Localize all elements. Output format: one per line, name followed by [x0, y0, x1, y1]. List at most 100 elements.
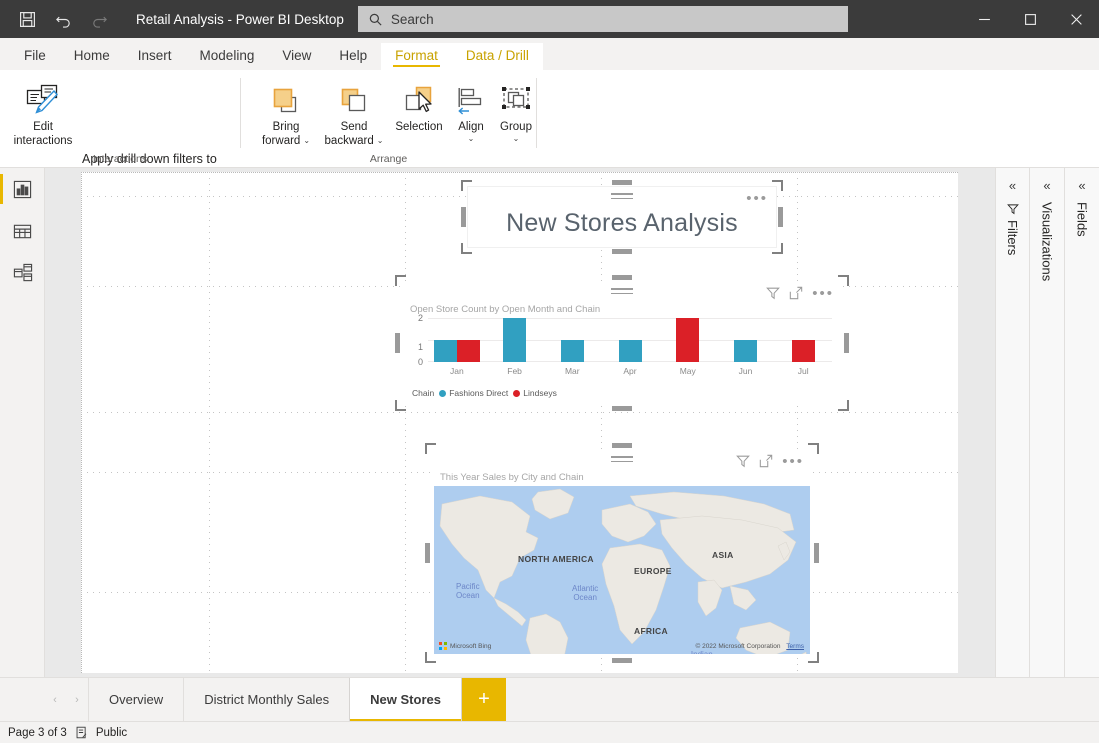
bar-group[interactable]: Feb	[486, 318, 544, 376]
ribbon-tab-view[interactable]: View	[268, 43, 325, 70]
legend-item-lindseys[interactable]: Lindseys	[513, 388, 557, 398]
ribbon-tab-insert[interactable]: Insert	[124, 43, 186, 70]
chevron-down-icon[interactable]: ⌄	[377, 137, 384, 145]
minimize-icon[interactable]	[961, 0, 1007, 38]
undo-icon[interactable]	[46, 4, 80, 34]
filter-icon[interactable]	[736, 454, 751, 468]
bar-group[interactable]: Jun	[717, 318, 775, 376]
more-options-icon[interactable]: •••	[782, 454, 804, 469]
chevron-down-icon[interactable]: ⌄	[513, 134, 520, 143]
focus-mode-icon[interactable]	[789, 286, 803, 300]
sidebar-item-model-view[interactable]	[0, 252, 45, 294]
search-box[interactable]: Search	[357, 6, 848, 32]
legend-title: Chain	[412, 388, 435, 398]
visual-header: •••	[402, 282, 842, 304]
plot-area: Jan Feb Mar Apr May Jun Jul	[428, 318, 832, 376]
quick-access-toolbar	[0, 4, 116, 34]
chevron-down-icon[interactable]: ⌄	[303, 137, 310, 145]
drag-handle-icon[interactable]	[611, 193, 633, 202]
ribbon-group-arrange: Bring forward ⌄ Send backward ⌄ Selectio…	[241, 70, 536, 168]
drag-handle-icon[interactable]	[611, 456, 633, 465]
page-tab-right-fill	[1030, 677, 1099, 721]
legend-swatch-icon	[513, 389, 521, 397]
expand-chevron-icon[interactable]: «	[1078, 178, 1085, 193]
bar-fashions-direct[interactable]	[618, 340, 642, 362]
microsoft-logo-icon	[439, 642, 447, 650]
bar-group[interactable]: Apr	[601, 318, 659, 376]
bar-chart-visual[interactable]: ••• Open Store Count by Open Month and C…	[395, 275, 849, 411]
align-icon	[455, 78, 487, 118]
fields-pane-collapsed[interactable]: « Fields	[1064, 168, 1099, 677]
send-backward-button[interactable]: Send backward ⌄	[321, 78, 387, 148]
ribbon-tab-data-drill[interactable]: Data / Drill	[451, 43, 543, 70]
chart-plot: 2 1 0 Jan Feb Mar Apr May Jun Jul	[412, 313, 832, 376]
align-button[interactable]: Align ⌄	[449, 78, 493, 143]
ribbon-group-separator	[536, 78, 537, 148]
chart-legend: Chain Fashions Direct Lindseys	[412, 388, 557, 398]
align-label: Align	[458, 121, 484, 133]
bar-lindseys[interactable]	[676, 318, 700, 362]
map-tiles[interactable]: NORTH AMERICA EUROPE ASIA AFRICA SOUTH A…	[434, 486, 810, 654]
bar-fashions-direct[interactable]	[503, 318, 527, 362]
save-icon[interactable]	[10, 4, 44, 34]
page-next-button[interactable]: ›	[66, 678, 88, 722]
maximize-icon[interactable]	[1007, 0, 1053, 38]
fields-pane-label: Fields	[1074, 202, 1090, 237]
title-textbox-visual[interactable]: ••• New Stores Analysis	[461, 180, 783, 254]
bar-group[interactable]: Jul	[774, 318, 832, 376]
expand-chevron-icon[interactable]: «	[1009, 178, 1016, 193]
edit-interactions-button[interactable]: Edit interactions	[12, 78, 74, 148]
map-terms-link[interactable]: Terms	[786, 643, 804, 650]
bar-group[interactable]: Jan	[428, 318, 486, 376]
send-backward-label-line1: Send	[340, 121, 368, 133]
redo-icon[interactable]	[82, 4, 116, 34]
map-title: This Year Sales by City and Chain	[440, 472, 584, 483]
bar-fashions-direct[interactable]	[733, 340, 757, 362]
page-tab-overview[interactable]: Overview	[88, 677, 183, 722]
bar-fashions-direct[interactable]	[560, 340, 584, 362]
filters-pane-collapsed[interactable]: « Filters	[995, 168, 1029, 677]
ribbon-tab-file[interactable]: File	[10, 43, 60, 70]
focus-mode-icon[interactable]	[759, 454, 773, 468]
page-tab-new-stores[interactable]: New Stores	[349, 677, 462, 722]
map-copyright: © 2022 Microsoft Corporation Terms	[695, 643, 804, 650]
bing-attribution: Microsoft Bing	[439, 642, 491, 650]
map-label-indian-ocean: IndianOcean	[690, 650, 714, 654]
add-page-button[interactable]: +	[461, 677, 506, 722]
legend-item-fashions-direct[interactable]: Fashions Direct	[439, 388, 508, 398]
bar-lindseys[interactable]	[456, 340, 480, 362]
right-panel-strip: « Filters « Visualizations « Fields	[995, 168, 1099, 677]
bar-group[interactable]: May	[659, 318, 717, 376]
map-label-pacific-ocean: Pacific Ocean	[456, 582, 480, 601]
drag-handle-icon[interactable]	[611, 288, 633, 297]
group-label: Group	[500, 121, 532, 133]
page-tab-district-monthly-sales[interactable]: District Monthly Sales	[183, 677, 349, 722]
filter-icon[interactable]	[766, 286, 781, 300]
group-button[interactable]: Group ⌄	[493, 78, 539, 143]
bar-group[interactable]: Mar	[543, 318, 601, 376]
report-canvas[interactable]: ••• New Stores Analysis ••• Open Store C…	[81, 172, 958, 673]
map-visual[interactable]: ••• This Year Sales by City and Chain NO…	[425, 443, 819, 663]
legend-swatch-icon	[439, 389, 447, 397]
page-nav-arrows: ‹ ›	[0, 678, 88, 722]
bar-lindseys[interactable]	[791, 340, 815, 362]
bring-forward-button[interactable]: Bring forward ⌄	[255, 78, 317, 148]
ribbon-tab-format[interactable]: Format	[381, 43, 452, 70]
close-icon[interactable]	[1053, 0, 1099, 38]
sidebar-item-report-view[interactable]	[0, 168, 45, 210]
page-prev-button[interactable]: ‹	[44, 678, 66, 722]
bar-fashions-direct[interactable]	[433, 340, 457, 362]
more-options-icon[interactable]: •••	[812, 286, 834, 301]
visualizations-pane-collapsed[interactable]: « Visualizations	[1029, 168, 1064, 677]
ribbon-tab-home[interactable]: Home	[60, 43, 124, 70]
selection-pane-button[interactable]: Selection	[389, 78, 449, 135]
expand-chevron-icon[interactable]: «	[1043, 178, 1050, 193]
ribbon-tab-modeling[interactable]: Modeling	[186, 43, 269, 70]
map-label-europe: EUROPE	[634, 566, 672, 576]
chevron-down-icon[interactable]: ⌄	[468, 134, 475, 143]
more-options-icon[interactable]: •••	[746, 191, 768, 206]
sidebar-item-data-view[interactable]	[0, 210, 45, 252]
legend-label: Fashions Direct	[449, 388, 509, 398]
legend-label: Lindseys	[523, 388, 557, 398]
ribbon-tab-help[interactable]: Help	[325, 43, 381, 70]
